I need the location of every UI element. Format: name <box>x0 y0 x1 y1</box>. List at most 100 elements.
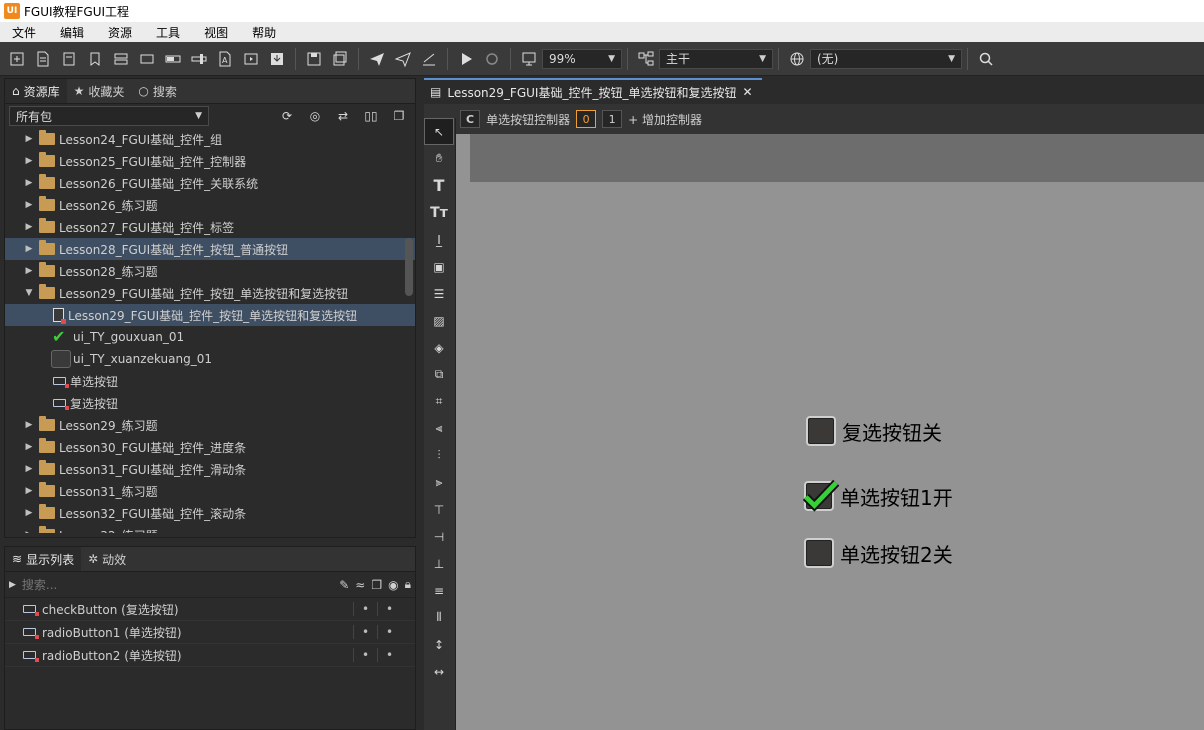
same-width-icon[interactable]: ↔ <box>424 658 454 685</box>
lock-toggle[interactable]: • <box>377 625 401 639</box>
tree-asset-item[interactable]: 单选按钮 <box>5 370 415 392</box>
branch-select[interactable]: 主干 ▼ <box>659 48 773 69</box>
new-combobox-icon[interactable] <box>108 46 134 72</box>
publish-settings-icon[interactable] <box>416 46 442 72</box>
radiobutton-widget-2[interactable]: 单选按钮2关 <box>804 538 953 568</box>
add-controller-button[interactable]: + 增加控制器 <box>628 111 702 128</box>
preview-monitor-icon[interactable] <box>516 46 542 72</box>
visibility-toggle[interactable]: • <box>353 648 377 662</box>
menu-help[interactable]: 帮助 <box>240 24 288 41</box>
new-progressbar-icon[interactable] <box>160 46 186 72</box>
input-text-tool-icon[interactable]: I̲ <box>424 226 454 253</box>
display-list-item[interactable]: radioButton2 (单选按钮) • • <box>5 644 415 667</box>
expand-right-icon[interactable]: ▶ <box>23 266 35 276</box>
align-left-icon[interactable]: ⫷ <box>424 415 454 442</box>
align-bottom-icon[interactable]: ⊥ <box>424 550 454 577</box>
expand-right-icon[interactable]: ▶ <box>23 508 35 518</box>
radiobutton-widget-1[interactable]: 单选按钮1开 <box>803 479 953 512</box>
tree-folder-item[interactable]: ▶ Lesson26_练习题 <box>5 194 415 216</box>
graph-tool-icon[interactable]: ▨ <box>424 307 454 334</box>
tree-asset-item[interactable]: 复选按钮 <box>5 392 415 414</box>
locate-icon[interactable]: ◎ <box>303 103 327 129</box>
publish-all-icon[interactable] <box>390 46 416 72</box>
distribute-vertical-icon[interactable]: ≡ <box>424 577 454 604</box>
tree-asset-item[interactable]: ui_TY_xuanzekuang_01 <box>5 348 415 370</box>
visibility-toggle[interactable]: • <box>353 625 377 639</box>
package-filter-select[interactable]: 所有包 ▼ <box>9 106 209 126</box>
tree-folder-item[interactable]: ▶ Lesson30_FGUI基础_控件_进度条 <box>5 436 415 458</box>
hide-icon[interactable]: ≈ <box>355 578 365 592</box>
expand-right-icon[interactable]: ▶ <box>23 530 35 533</box>
tree-folder-item[interactable]: ▶ Lesson32_FGUI基础_控件_滚动条 <box>5 502 415 524</box>
tab-library[interactable]: ⌂ 资源库 <box>5 79 67 103</box>
new-button-icon[interactable] <box>56 46 82 72</box>
hand-icon[interactable]: ✋︎ <box>424 145 454 172</box>
close-icon[interactable]: ✕ <box>742 85 752 99</box>
zoom-select[interactable]: 99% ▼ <box>542 48 622 69</box>
controller-page-1[interactable]: 1 <box>602 110 623 128</box>
tab-display-list[interactable]: ≋ 显示列表 <box>5 547 82 571</box>
expand-right-icon[interactable]: ▶ <box>23 200 35 210</box>
align-center-icon[interactable]: ⫶ <box>424 442 454 469</box>
search-icon[interactable] <box>973 46 999 72</box>
lock-toggle[interactable]: • <box>377 648 401 662</box>
menu-assets[interactable]: 资源 <box>96 24 144 41</box>
visibility-toggle[interactable]: • <box>353 602 377 616</box>
expand-right-icon[interactable]: ▶ <box>23 464 35 474</box>
columns-icon[interactable]: ▯▯ <box>359 103 383 129</box>
new-button-widget-icon[interactable] <box>134 46 160 72</box>
tab-transitions[interactable]: ✲ 动效 <box>81 547 133 571</box>
distribute-horizontal-icon[interactable]: ⦀ <box>424 604 454 631</box>
tab-favorites[interactable]: ★ 收藏夹 <box>67 79 132 103</box>
tree-folder-item[interactable]: ▶ Lesson31_FGUI基础_控件_滑动条 <box>5 458 415 480</box>
new-component-icon[interactable] <box>30 46 56 72</box>
controller-page-0[interactable]: 0 <box>576 110 597 128</box>
expand-down-icon[interactable]: ▼ <box>23 288 35 298</box>
tree-scrollbar[interactable] <box>405 238 413 296</box>
refresh-icon[interactable] <box>479 46 505 72</box>
expand-right-icon[interactable]: ▶ <box>23 222 35 232</box>
display-list-item[interactable]: checkButton (复选按钮) • • <box>5 598 415 621</box>
rich-text-tool-icon[interactable]: Tт <box>424 199 454 226</box>
new-label-icon[interactable] <box>82 46 108 72</box>
display-list-item[interactable]: radioButton1 (单选按钮) • • <box>5 621 415 644</box>
tree-folder-item[interactable]: ▶ Lesson28_练习题 <box>5 260 415 282</box>
tree-folder-item[interactable]: ▼ Lesson29_FGUI基础_控件_按钮_单选按钮和复选按钮 <box>5 282 415 304</box>
expand-right-icon[interactable]: ▶ <box>23 134 35 144</box>
expand-right-icon[interactable]: ▶ <box>23 156 35 166</box>
tree-folder-item[interactable]: ▶ Lesson32_练习题 <box>5 524 415 533</box>
publish-icon[interactable] <box>364 46 390 72</box>
expand-triangle-icon[interactable]: ▶ <box>9 580 16 590</box>
tree-asset-item[interactable]: ✔ ui_TY_gouxuan_01 <box>5 326 415 348</box>
expand-right-icon[interactable]: ▶ <box>23 442 35 452</box>
new-movieclip-icon[interactable] <box>238 46 264 72</box>
menu-view[interactable]: 视图 <box>192 24 240 41</box>
tree-folder-item[interactable]: ▶ Lesson26_FGUI基础_控件_关联系统 <box>5 172 415 194</box>
tree-folder-item[interactable]: ▶ Lesson25_FGUI基础_控件_控制器 <box>5 150 415 172</box>
component-tool-icon[interactable]: ⧉ <box>424 361 454 388</box>
tree-folder-item[interactable]: ▶ Lesson31_练习题 <box>5 480 415 502</box>
select-arrow-icon[interactable]: ↖ <box>424 118 454 145</box>
document-tab[interactable]: ▤ Lesson29_FGUI基础_控件_按钮_单选按钮和复选按钮 ✕ <box>424 78 762 104</box>
lock-toggle[interactable]: • <box>377 602 401 616</box>
expand-right-icon[interactable]: ▶ <box>23 486 35 496</box>
menu-tools[interactable]: 工具 <box>144 24 192 41</box>
text-tool-icon[interactable]: T <box>424 172 454 199</box>
new-slider-icon[interactable] <box>186 46 212 72</box>
import-icon[interactable] <box>264 46 290 72</box>
copy-icon[interactable]: ❐ <box>371 578 382 592</box>
save-all-icon[interactable] <box>327 46 353 72</box>
save-icon[interactable] <box>301 46 327 72</box>
tree-folder-item[interactable]: ▶ Lesson29_练习题 <box>5 414 415 436</box>
copy-icon[interactable]: ❐ <box>387 103 411 129</box>
refresh-icon[interactable]: ⟳ <box>275 103 299 129</box>
tab-search[interactable]: ○ 搜索 <box>131 79 184 103</box>
new-package-icon[interactable] <box>4 46 30 72</box>
checkbutton-widget[interactable]: 复选按钮关 <box>806 416 942 446</box>
align-middle-icon[interactable]: ⊣ <box>424 523 454 550</box>
align-top-icon[interactable]: ⊤ <box>424 496 454 523</box>
controller-name[interactable]: 单选按钮控制器 <box>486 111 570 128</box>
expand-right-icon[interactable]: ▶ <box>23 244 35 254</box>
tree-asset-item[interactable]: Lesson29_FGUI基础_控件_按钮_单选按钮和复选按钮 <box>5 304 415 326</box>
menu-file[interactable]: 文件 <box>0 24 48 41</box>
